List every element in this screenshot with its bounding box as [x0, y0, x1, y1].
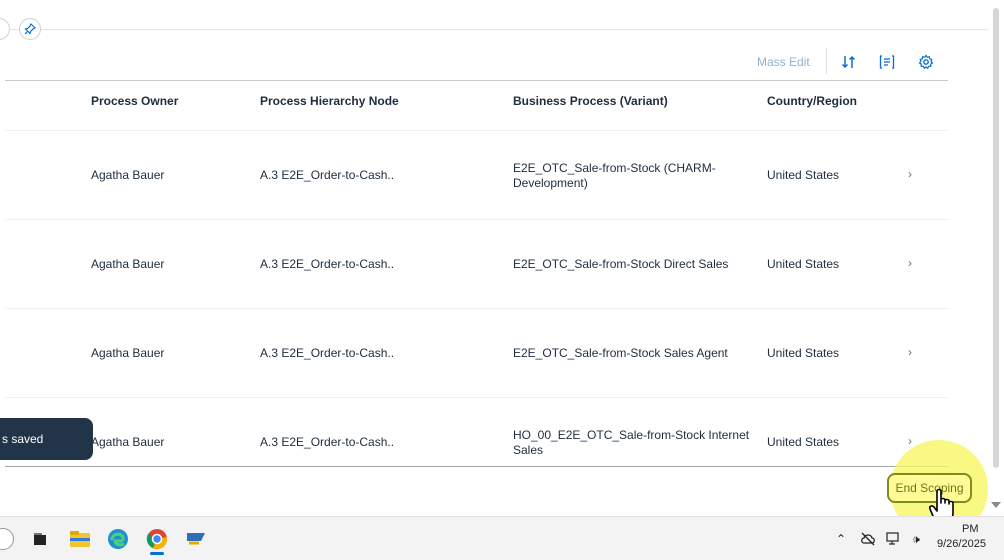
mass-edit-button[interactable]: Mass Edit — [757, 55, 810, 69]
row-navigation-chevron-icon[interactable]: › — [908, 434, 912, 449]
footer-bar — [5, 468, 948, 510]
cell-country: United States — [767, 257, 840, 271]
toolbar-separator — [826, 48, 827, 74]
cell-process-owner: Agatha Bauer — [91, 435, 165, 449]
cell-business-process: E2E_OTC_Sale-from-Stock (CHARM-Developme… — [513, 161, 716, 190]
clock-time[interactable]: PM — [962, 523, 979, 535]
task-view-icon[interactable] — [28, 527, 52, 551]
windows-taskbar: ⌃ 🕩 PM 9/26/2025 — [0, 516, 1004, 560]
chrome-browser-icon[interactable] — [145, 527, 169, 555]
volume-icon[interactable]: 🕩 — [908, 531, 924, 547]
clock-date[interactable]: 9/26/2025 — [937, 538, 986, 550]
table-toolbar: Mass Edit — [5, 48, 948, 81]
row-navigation-chevron-icon[interactable]: › — [908, 345, 912, 360]
cell-hierarchy-node: A.3 E2E_Order-to-Cash.. — [260, 257, 395, 271]
tray-chevron-up-icon[interactable]: ⌃ — [833, 531, 849, 547]
cell-hierarchy-node: A.3 E2E_Order-to-Cash.. — [260, 346, 395, 360]
active-app-indicator — [150, 552, 164, 555]
file-explorer-icon[interactable] — [68, 527, 92, 551]
scroll-down-arrow-icon[interactable] — [991, 502, 1001, 508]
sort-button[interactable] — [839, 52, 859, 72]
cell-country: United States — [767, 168, 840, 182]
column-header-business-process[interactable]: Business Process (Variant) — [513, 94, 668, 108]
table-row[interactable]: Agatha Bauer A.3 E2E_Order-to-Cash.. E2E… — [5, 130, 948, 219]
toast-message: s saved — [2, 432, 44, 446]
search-icon[interactable] — [0, 528, 14, 550]
cell-hierarchy-node: A.3 E2E_Order-to-Cash.. — [260, 168, 395, 182]
pin-header-button[interactable] — [19, 18, 41, 40]
table-row[interactable]: Agatha Bauer A.3 E2E_Order-to-Cash.. HO_… — [5, 397, 948, 466]
cell-hierarchy-node: A.3 E2E_Order-to-Cash.. — [260, 435, 395, 449]
process-table: Process Owner Process Hierarchy Node Bus… — [5, 82, 948, 467]
cell-business-process: E2E_OTC_Sale-from-Stock Sales Agent — [513, 346, 728, 360]
cell-business-process: E2E_OTC_Sale-from-Stock Direct Sales — [513, 257, 729, 271]
column-header-process-owner[interactable]: Process Owner — [91, 94, 178, 108]
column-header-hierarchy-node[interactable]: Process Hierarchy Node — [260, 94, 399, 108]
vertical-scrollbar[interactable] — [988, 0, 1004, 515]
network-icon[interactable] — [886, 531, 902, 547]
sap-app-icon[interactable] — [184, 527, 208, 551]
edge-browser-icon[interactable] — [106, 527, 130, 551]
settings-button[interactable] — [916, 52, 936, 72]
cell-country: United States — [767, 346, 840, 360]
page-header-strip — [0, 0, 996, 30]
pin-icon — [24, 23, 36, 35]
cell-business-process: HO_00_E2E_OTC_Sale-from-Stock Internet S… — [513, 428, 750, 457]
sort-icon — [841, 55, 856, 69]
column-header-country[interactable]: Country/Region — [767, 94, 857, 108]
row-navigation-chevron-icon[interactable]: › — [908, 256, 912, 271]
saved-toast: s saved — [0, 418, 93, 460]
group-button[interactable] — [877, 52, 897, 72]
cell-process-owner: Agatha Bauer — [91, 168, 165, 182]
cell-country: United States — [767, 435, 840, 449]
table-header: Process Owner Process Hierarchy Node Bus… — [5, 82, 948, 122]
group-icon — [879, 55, 895, 69]
cloud-offline-icon[interactable] — [860, 531, 876, 547]
table-row[interactable]: Agatha Bauer A.3 E2E_Order-to-Cash.. E2E… — [5, 219, 948, 308]
gear-icon — [918, 54, 934, 70]
table-row[interactable]: Agatha Bauer A.3 E2E_Order-to-Cash.. E2E… — [5, 308, 948, 397]
row-navigation-chevron-icon[interactable]: › — [908, 167, 912, 182]
scrollbar-thumb[interactable] — [993, 8, 999, 468]
cell-process-owner: Agatha Bauer — [91, 346, 165, 360]
cell-process-owner: Agatha Bauer — [91, 257, 165, 271]
